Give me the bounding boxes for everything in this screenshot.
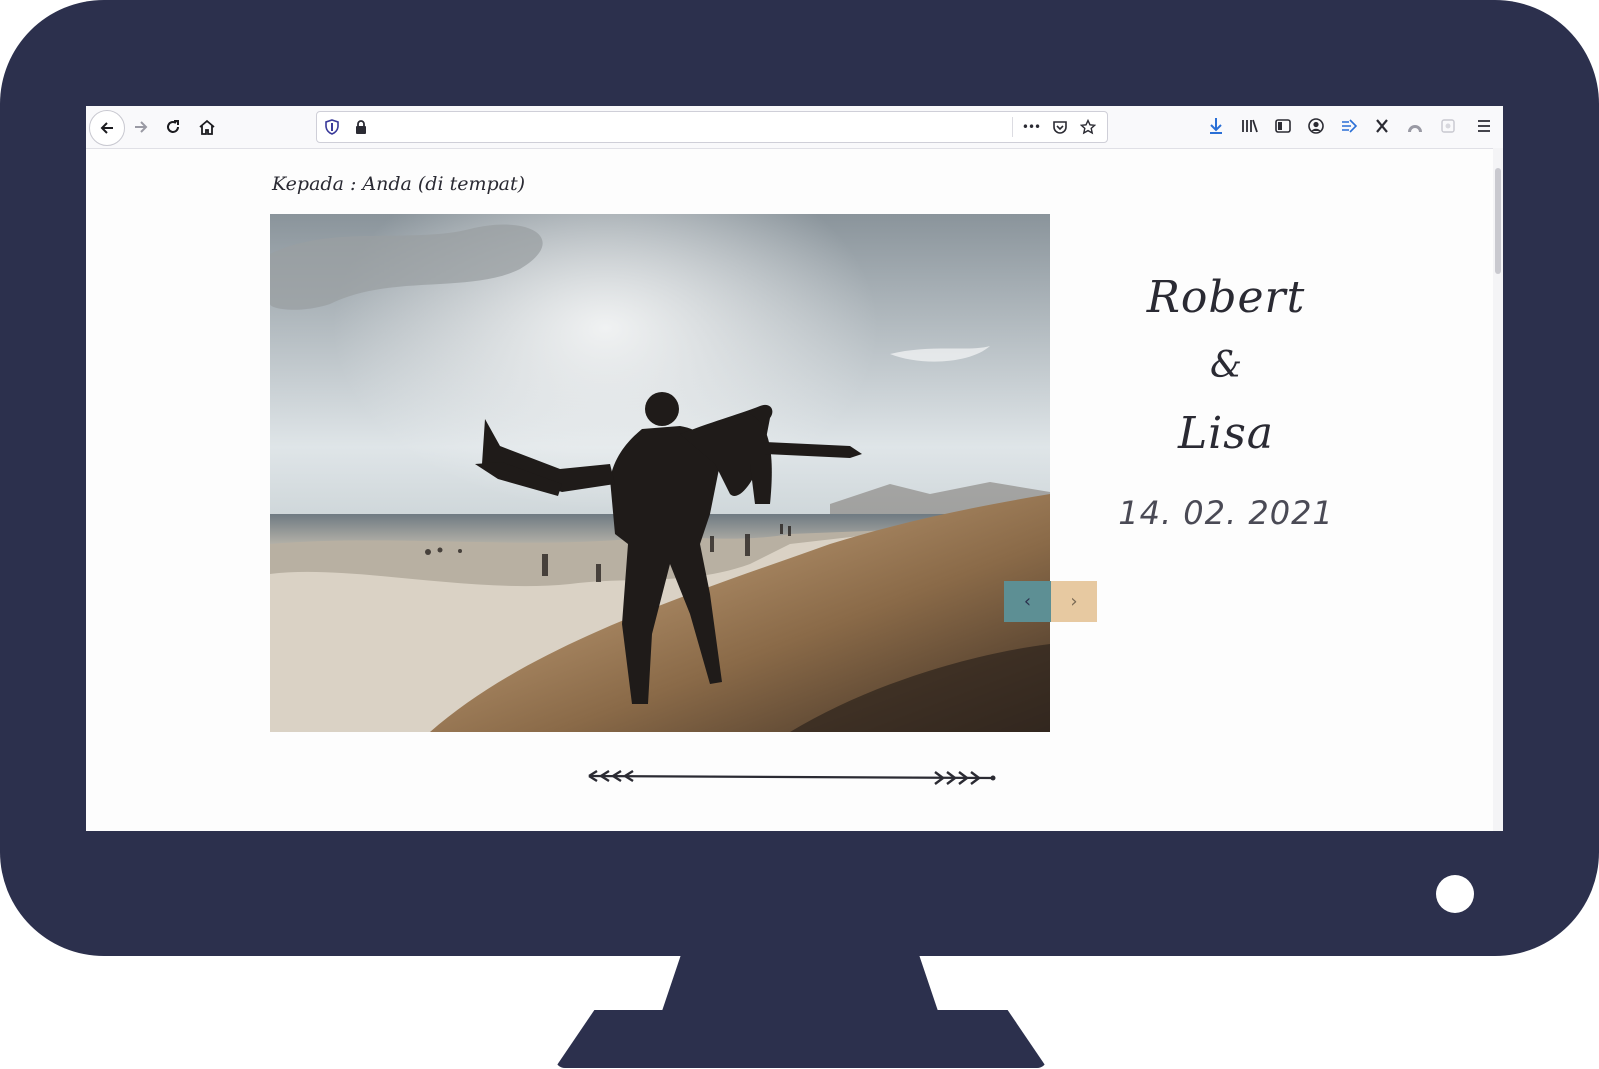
bride-name: Lisa bbox=[1177, 408, 1275, 459]
reload-button[interactable] bbox=[156, 110, 190, 144]
back-button[interactable] bbox=[89, 110, 125, 146]
monitor-stand-neck bbox=[661, 948, 939, 1014]
menu-icon[interactable] bbox=[1469, 111, 1499, 141]
browser-window: ••• Kepada: Anda (di tempat) ‹ › Robert… bbox=[86, 106, 1503, 831]
couple-names: Robert & Lisa bbox=[1086, 264, 1366, 468]
prev-slide-button[interactable]: ‹ bbox=[1004, 581, 1051, 622]
monitor-stand-base bbox=[555, 1010, 1047, 1068]
recipient-line: Kepada : Anda (di tempat) bbox=[272, 173, 526, 195]
page-scrollbar[interactable] bbox=[1493, 148, 1503, 831]
couple-photo bbox=[270, 214, 1050, 732]
back-arrow-icon bbox=[100, 122, 113, 134]
forward-button[interactable] bbox=[124, 110, 158, 144]
lock-icon[interactable] bbox=[350, 116, 372, 138]
library-icon[interactable] bbox=[1235, 111, 1265, 141]
sidebar-icon[interactable] bbox=[1268, 111, 1298, 141]
groom-name: Robert bbox=[1146, 272, 1306, 323]
download-icon[interactable] bbox=[1201, 111, 1231, 141]
star-icon[interactable] bbox=[1077, 116, 1099, 138]
x-icon[interactable] bbox=[1367, 111, 1397, 141]
next-slide-button[interactable]: › bbox=[1051, 581, 1097, 622]
urlbar-separator bbox=[1012, 117, 1013, 137]
power-led bbox=[1436, 875, 1474, 913]
wedding-date: 14. 02. 2021 bbox=[1118, 494, 1334, 532]
browser-toolbar: ••• bbox=[86, 106, 1503, 149]
invitation-page: Kepada : Anda (di tempat) ‹ › Robert & L… bbox=[86, 149, 1493, 831]
account-icon[interactable] bbox=[1301, 111, 1331, 141]
reload-icon bbox=[167, 120, 179, 133]
home-button[interactable] bbox=[190, 110, 224, 144]
pocket-icon[interactable] bbox=[1049, 116, 1071, 138]
url-bar[interactable]: ••• bbox=[316, 111, 1108, 143]
ampersand: & bbox=[1209, 345, 1243, 386]
forward-arrow-icon bbox=[135, 121, 148, 133]
arrow-divider bbox=[588, 769, 996, 785]
extension-arrow-icon[interactable] bbox=[1334, 111, 1364, 141]
puzzle-icon[interactable] bbox=[1433, 111, 1463, 141]
shade-icon[interactable] bbox=[1400, 111, 1430, 141]
shield-icon[interactable] bbox=[321, 116, 343, 138]
scroll-thumb[interactable] bbox=[1495, 168, 1501, 274]
more-icon[interactable]: ••• bbox=[1020, 116, 1042, 138]
home-icon bbox=[199, 119, 215, 135]
